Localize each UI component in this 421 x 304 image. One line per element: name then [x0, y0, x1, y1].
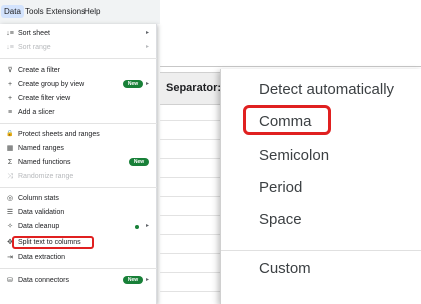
status-dot [135, 225, 139, 229]
menu-divider [0, 187, 157, 188]
menu-item-label: Named functions [18, 159, 71, 166]
sheet-divider [160, 66, 421, 67]
grid-line [160, 272, 220, 273]
menu-divider [0, 268, 157, 269]
highlight-comma [243, 105, 331, 135]
menu-item-data-extraction[interactable]: ⇥ Data extraction [0, 251, 157, 264]
database-icon: ⛁ [7, 277, 13, 284]
chevron-right-icon: ▸ [145, 81, 149, 87]
menu-item-named-functions[interactable]: Σ Named functions New [0, 156, 157, 169]
chevron-right-icon: ▸ [145, 223, 149, 229]
option-space[interactable]: Space [259, 211, 302, 228]
menu-item-label: Sort range [18, 44, 51, 51]
column-stats-icon: ◎ [6, 195, 14, 202]
grid-line [160, 139, 220, 140]
menu-data[interactable]: Data [1, 5, 24, 18]
grid-line [160, 196, 220, 197]
named-ranges-icon: ▦ [6, 145, 14, 152]
menu-divider [0, 58, 157, 59]
data-menu: ↓≡ Sort sheet ▸ ↓≡ Sort range ▸ ⊽ Create… [0, 24, 157, 304]
menu-item-label: Data validation [18, 209, 65, 216]
menu-divider [0, 123, 157, 124]
menu-item-label: Data cleanup [18, 223, 60, 230]
new-badge: New [123, 276, 143, 284]
menu-item-label: Named ranges [18, 145, 64, 152]
menu-item-column-stats[interactable]: ◎ Column stats [0, 192, 157, 205]
chevron-right-icon: ▸ [145, 44, 149, 50]
menubar: Data Tools Extensions Help [0, 0, 160, 24]
option-period[interactable]: Period [259, 179, 302, 196]
extraction-icon: ⇥ [7, 254, 13, 261]
chevron-right-icon: ▸ [145, 277, 149, 283]
sort-icon: ↓≡ [6, 30, 14, 37]
lock-icon: 🔒 [6, 131, 14, 137]
menu-item-randomize-range: ⤨ Randomize range [0, 170, 157, 183]
menu-help[interactable]: Help [84, 7, 100, 16]
menu-item-label: Data extraction [18, 254, 66, 261]
menu-item-data-connectors[interactable]: ⛁ Data connectors New ▸ [0, 274, 157, 287]
cleanup-icon: ✧ [7, 223, 13, 230]
menu-item-data-cleanup[interactable]: ✧ Data cleanup ▸ [0, 220, 157, 233]
grid-line [160, 215, 220, 216]
separator-label: Separator: [166, 82, 222, 94]
grid-line [160, 291, 220, 292]
menu-tools[interactable]: Tools [25, 7, 44, 16]
filter-icon: ⊽ [7, 67, 13, 74]
chevron-right-icon: ▸ [145, 30, 149, 36]
menu-item-create-filter-view[interactable]: + Create filter view [0, 92, 157, 105]
menu-item-sort-range: ↓≡ Sort range ▸ [0, 41, 157, 54]
menu-item-label: Create group by view [18, 81, 85, 88]
grid-line [160, 120, 220, 121]
grid-line [160, 158, 220, 159]
grid-line [160, 177, 220, 178]
menu-item-label: Create filter view [18, 95, 71, 102]
slicer-icon: ≡ [7, 109, 13, 116]
new-badge: New [129, 158, 149, 166]
menu-item-create-group-by-view[interactable]: + Create group by view New ▸ [0, 78, 157, 91]
sort-icon: ↓≡ [6, 44, 14, 51]
highlight-split-text [12, 236, 94, 249]
grid-line [160, 234, 220, 235]
menu-item-protect-sheets[interactable]: 🔒 Protect sheets and ranges [0, 128, 157, 141]
option-semicolon[interactable]: Semicolon [259, 147, 329, 164]
menu-item-label: Protect sheets and ranges [18, 131, 100, 138]
menu-item-label: Create a filter [18, 67, 61, 74]
option-detect-automatically[interactable]: Detect automatically [259, 81, 394, 98]
menu-item-label: Column stats [18, 195, 59, 202]
menu-item-create-filter[interactable]: ⊽ Create a filter [0, 64, 157, 77]
menu-extensions[interactable]: Extensions [46, 7, 85, 16]
plus-icon: + [7, 95, 13, 102]
validation-icon: ☰ [6, 209, 14, 216]
menu-item-label: Add a slicer [18, 109, 55, 116]
menu-item-label: Sort sheet [18, 30, 50, 37]
new-badge: New [123, 80, 143, 88]
menu-item-label: Randomize range [18, 173, 74, 180]
menu-item-label: Data connectors [18, 277, 69, 284]
dropdown-divider [221, 250, 421, 251]
menu-item-named-ranges[interactable]: ▦ Named ranges [0, 142, 157, 155]
separator-dropdown: Detect automatically Comma Semicolon Per… [220, 69, 421, 304]
menu-item-sort-sheet[interactable]: ↓≡ Sort sheet ▸ [0, 27, 157, 40]
option-custom[interactable]: Custom [259, 260, 311, 277]
separator-label-cell: Separator: [160, 72, 222, 105]
sigma-icon: Σ [7, 159, 13, 166]
menu-item-add-slicer[interactable]: ≡ Add a slicer [0, 106, 157, 119]
menu-item-data-validation[interactable]: ☰ Data validation [0, 206, 157, 219]
plus-icon: + [7, 81, 13, 88]
shuffle-icon: ⤨ [7, 173, 13, 180]
grid-line [160, 253, 220, 254]
